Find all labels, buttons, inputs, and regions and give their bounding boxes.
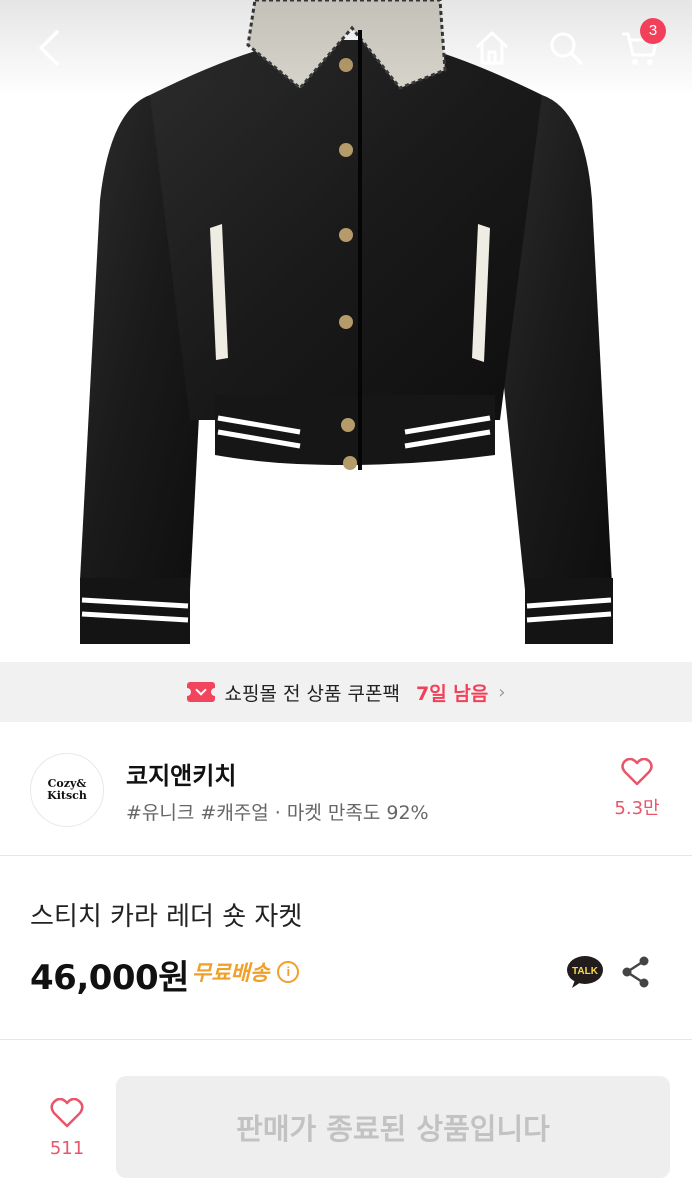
chevron-right-icon: › xyxy=(498,681,506,703)
store-logo-line2: Kitsch xyxy=(47,789,87,802)
store-logo[interactable]: Cozy& Kitsch xyxy=(30,753,104,827)
store-like-count: 5.3만 xyxy=(614,798,660,819)
store-info-row: Cozy& Kitsch 코지앤키치 #유니크 #캐주얼 · 마켓 만족도 92… xyxy=(0,722,692,856)
shipping-label: 무료배송 i xyxy=(192,957,300,987)
product-image-area: 3 xyxy=(0,0,692,662)
coupon-ticket-icon xyxy=(182,682,219,702)
chevron-left-icon xyxy=(39,30,59,66)
search-icon xyxy=(550,32,583,65)
back-button[interactable] xyxy=(24,22,76,74)
talk-bubble-icon: TALK xyxy=(567,956,603,988)
cart-count-badge: 3 xyxy=(640,18,666,44)
section-divider xyxy=(0,1039,692,1040)
product-title: 스티치 카라 레더 숏 자켓 xyxy=(30,902,303,932)
store-name[interactable]: 코지앤키치 xyxy=(126,756,236,791)
share-button[interactable] xyxy=(620,955,652,989)
home-button[interactable] xyxy=(466,22,518,74)
coupon-days-left: 7일 남음 xyxy=(415,682,489,705)
search-button[interactable] xyxy=(540,22,592,74)
free-shipping-text: 무료배송 xyxy=(192,961,270,985)
coupon-text: 쇼핑몰 전 상품 쿠폰팩 xyxy=(224,682,400,705)
home-icon xyxy=(475,31,509,65)
share-icon xyxy=(622,956,649,988)
cart-button[interactable]: 3 xyxy=(614,18,666,74)
store-tags: #유니크 #캐주얼 · 마켓 만족도 92% xyxy=(126,802,429,824)
heart-icon xyxy=(50,1097,84,1128)
kakao-talk-button[interactable]: TALK xyxy=(566,955,604,989)
heart-icon xyxy=(621,757,653,786)
product-jacket-image xyxy=(80,0,613,644)
coupon-banner[interactable]: 쇼핑몰 전 상품 쿠폰팩 7일 남음 › xyxy=(0,662,692,722)
store-like-button[interactable]: 5.3만 xyxy=(604,757,670,820)
product-price: 46,000원 xyxy=(30,958,189,998)
top-navigation-bar: 3 xyxy=(0,0,692,96)
talk-label: TALK xyxy=(572,966,599,977)
product-like-count: 511 xyxy=(49,1138,85,1159)
sold-out-button: 판매가 종료된 상품입니다 xyxy=(116,1076,670,1178)
product-like-button[interactable]: 511 xyxy=(36,1097,98,1159)
info-icon[interactable]: i xyxy=(277,961,300,983)
